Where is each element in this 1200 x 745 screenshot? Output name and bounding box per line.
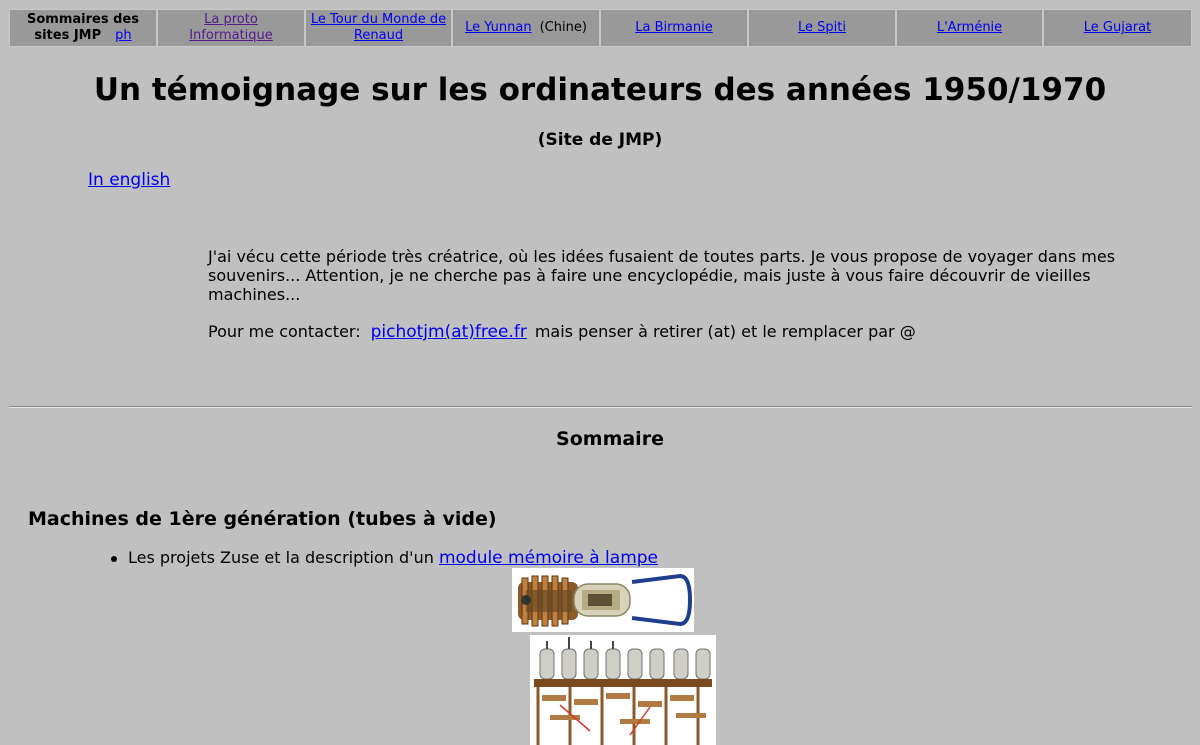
english-version-link[interactable]: In english [88, 170, 170, 190]
nav-cell-tour-du-monde: Le Tour du Monde de Renaud [305, 9, 452, 47]
page-subtitle: (Site de JMP) [537, 130, 663, 150]
contact-prefix: Pour me contacter: [208, 322, 361, 341]
nav-sommaires-label-2: sites JMP [34, 28, 102, 43]
contact-email-link[interactable]: pichotjm(at)free.fr [371, 322, 527, 342]
contact-line: Pour me contacter: pichotjm(at)free.fr mai… [208, 322, 1138, 342]
nav-cell-armenie: L'Arménie [896, 9, 1043, 47]
nav-link-gujarat[interactable]: Le Gujarat [1084, 20, 1151, 36]
tube-rack-illustration [530, 635, 716, 745]
nav-cell-proto: La proto Informatique [157, 9, 305, 47]
tube-rack-image[interactable] [530, 635, 716, 745]
top-navigation: Sommaires des sites JMP ph La proto Infor… [9, 9, 1192, 47]
nav-link-tour-du-monde[interactable]: Le Tour du Monde de Renaud [307, 12, 451, 44]
sommaire-heading: Sommaire [556, 428, 664, 450]
nav-link-spiti[interactable]: Le Spiti [798, 20, 846, 36]
nav-link-ph[interactable]: ph [115, 28, 132, 43]
nav-cell-gujarat: Le Gujarat [1043, 9, 1192, 47]
section-heading-first-generation: Machines de 1ère génération (tubes à vid… [28, 508, 497, 530]
list-item-text: Les projets Zuse et la description d'un [128, 548, 434, 567]
sommaire-list: Les projets Zuse et la description d'un … [108, 548, 658, 568]
horizontal-divider [9, 406, 1192, 408]
nav-link-yunnan[interactable]: Le Yunnan [465, 20, 532, 36]
nav-cell-spiti: Le Spiti [748, 9, 896, 47]
page-title: Un témoignage sur les ordinateurs des an… [93, 72, 1107, 108]
vacuum-tube-module-image[interactable] [512, 568, 694, 632]
nav-cell-birmanie: La Birmanie [600, 9, 748, 47]
list-item: Les projets Zuse et la description d'un … [108, 548, 658, 568]
nav-sommaires-label-1: Sommaires des [27, 12, 139, 27]
nav-link-birmanie[interactable]: La Birmanie [635, 20, 712, 36]
nav-cell-yunnan: Le Yunnan (Chine) [452, 9, 600, 47]
nav-cell-sommaires: Sommaires des sites JMP ph [9, 9, 157, 47]
intro-paragraph: J'ai vécu cette période très créatrice, … [208, 247, 1116, 304]
module-memoire-link[interactable]: module mémoire à lampe [439, 548, 658, 568]
contact-suffix: mais penser à retirer (at) et le remplac… [534, 322, 916, 341]
nav-yunnan-suffix: (Chine) [539, 20, 587, 35]
vacuum-tube-illustration [512, 568, 694, 632]
nav-link-armenie[interactable]: L'Arménie [937, 20, 1002, 36]
nav-link-proto-informatique[interactable]: La proto Informatique [181, 12, 281, 44]
